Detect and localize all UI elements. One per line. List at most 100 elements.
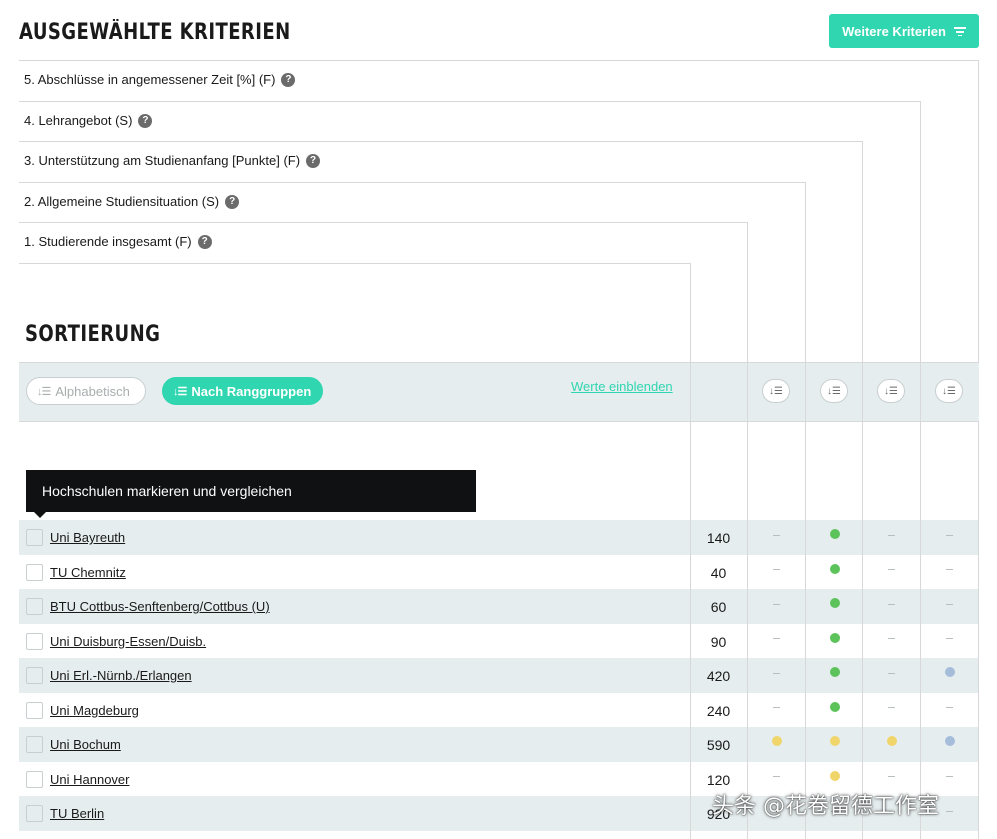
rank-group-cell <box>806 589 863 624</box>
row-checkbox[interactable] <box>26 598 43 615</box>
sort-alphabetical-label: Alphabetisch <box>55 383 130 399</box>
row-checkbox[interactable] <box>26 805 43 822</box>
help-icon[interactable]: ? <box>306 153 321 168</box>
no-data-dash <box>888 776 895 778</box>
sort-icon: ↓☰ <box>827 385 841 397</box>
rank-group-dot-blue <box>944 736 955 747</box>
row-checkbox[interactable] <box>26 701 43 719</box>
rank-group-cell <box>863 658 920 693</box>
rank-group-cell <box>806 624 863 659</box>
table-row: Uni Bochum 590 <box>19 727 979 762</box>
rank-group-cell <box>863 589 920 624</box>
table-row: Uni Duisburg-Essen/Duisb. 90 <box>19 624 979 659</box>
rank-group-cell <box>921 693 978 728</box>
criterion-4: 4. Lehrangebot (S) ? <box>24 113 153 128</box>
sort-icon: ↓☰ <box>173 385 187 398</box>
students-count: 590 <box>706 737 731 753</box>
more-criteria-label: Weitere Kriterien <box>842 23 946 39</box>
table-row: Uni Magdeburg 240 <box>19 693 979 728</box>
university-name-link[interactable]: TU Chemnitz <box>50 565 126 580</box>
show-values-link[interactable]: Werte einblenden <box>571 379 673 394</box>
rank-group-cell <box>806 520 863 555</box>
students-count: 40 <box>710 564 727 581</box>
column-sort-button-5[interactable]: ↓☰ <box>935 379 963 403</box>
students-count: 120 <box>706 771 731 788</box>
column-sort-button-2[interactable]: ↓☰ <box>762 379 790 403</box>
no-data-dash <box>888 534 895 536</box>
sort-alphabetical-button[interactable]: ↓☰ Alphabetisch <box>26 377 146 405</box>
column-sort-button-3[interactable]: ↓☰ <box>820 379 848 403</box>
university-name-link[interactable]: Uni Hannover <box>50 772 130 787</box>
criterion-4-label: 4. Lehrangebot (S) <box>24 113 133 128</box>
rank-group-cell <box>806 658 863 693</box>
criterion-3-label: 3. Unterstützung am Studienanfang [Punkt… <box>24 153 301 168</box>
university-name-link[interactable]: Uni Bayreuth <box>50 530 125 545</box>
university-name-link[interactable]: Uni Bochum <box>50 737 121 752</box>
no-data-dash <box>888 707 895 709</box>
rank-group-dot-yellow <box>829 770 840 781</box>
no-data-dash <box>773 534 780 536</box>
criterion-5: 5. Abschlüsse in angemessener Zeit [%] (… <box>24 72 296 87</box>
row-checkbox[interactable] <box>26 529 43 546</box>
column-divider <box>862 421 863 839</box>
rank-group-cell <box>921 624 978 659</box>
no-data-dash <box>946 776 953 778</box>
rank-group-cell <box>921 727 978 762</box>
rank-group-dot-green <box>829 598 840 609</box>
university-name-link[interactable]: Uni Erl.-Nürnb./Erlangen <box>50 668 192 683</box>
criterion-5-label: 5. Abschlüsse in angemessener Zeit [%] (… <box>24 72 276 87</box>
row-checkbox[interactable] <box>26 632 43 650</box>
university-name-link[interactable]: BTU Cottbus-Senftenberg/Cottbus (U) <box>50 599 270 614</box>
sort-by-rank-groups-label: Nach Ranggruppen <box>191 383 312 399</box>
no-data-dash <box>773 638 780 640</box>
column-divider <box>920 421 921 839</box>
no-data-dash <box>888 638 895 640</box>
no-data-dash <box>773 603 780 605</box>
watermark: 头条 @花卷留德工作室 <box>712 794 939 819</box>
column-divider <box>978 421 979 839</box>
university-name-link[interactable]: Uni Duisburg-Essen/Duisb. <box>50 634 206 649</box>
rank-group-dot-yellow <box>886 736 897 747</box>
university-name-link[interactable]: Uni Magdeburg <box>50 703 139 718</box>
students-count: 240 <box>706 702 731 719</box>
column-sort-button-4[interactable]: ↓☰ <box>877 379 905 403</box>
row-checkbox[interactable] <box>26 770 43 788</box>
help-icon[interactable]: ? <box>138 113 153 128</box>
rank-group-dot-yellow <box>771 736 782 747</box>
rank-group-cell <box>748 727 805 762</box>
no-data-dash <box>888 569 895 571</box>
more-criteria-button[interactable]: Weitere Kriterien <box>829 14 979 48</box>
rank-group-cell <box>748 693 805 728</box>
students-count: 90 <box>710 633 727 650</box>
column-divider <box>805 421 806 839</box>
criterion-1-label: 1. Studierende insgesamt (F) <box>24 234 192 249</box>
no-data-dash <box>888 603 895 605</box>
column-divider <box>747 421 748 839</box>
university-name-link[interactable]: TU Berlin <box>50 806 104 821</box>
rank-group-dot-yellow <box>829 736 840 747</box>
no-data-dash <box>773 776 780 778</box>
rank-group-dot-green <box>829 529 840 540</box>
sorting-title: SORTIERUNG <box>25 322 161 347</box>
rank-group-cell <box>806 555 863 590</box>
sort-by-rank-groups-button[interactable]: ↓☰ Nach Ranggruppen <box>162 377 323 405</box>
criterion-2-label: 2. Allgemeine Studiensituation (S) <box>24 194 220 209</box>
rank-group-cell <box>863 727 920 762</box>
help-icon[interactable]: ? <box>225 194 240 209</box>
help-icon[interactable]: ? <box>197 234 212 249</box>
no-data-dash <box>946 638 953 640</box>
rank-group-cell <box>748 624 805 659</box>
no-data-dash <box>946 569 953 571</box>
sort-icon: ↓☰ <box>769 385 783 397</box>
row-checkbox[interactable] <box>26 667 43 684</box>
help-icon[interactable]: ? <box>281 72 296 87</box>
no-data-dash <box>946 707 953 709</box>
no-data-dash <box>946 534 953 536</box>
table-row: BTU Cottbus-Senftenberg/Cottbus (U) 60 <box>19 589 979 624</box>
rank-group-cell <box>748 520 805 555</box>
table-row: Uni Erl.-Nürnb./Erlangen 420 <box>19 658 979 693</box>
row-checkbox[interactable] <box>26 736 43 753</box>
rank-group-cell <box>921 658 978 693</box>
rank-group-cell <box>921 520 978 555</box>
row-checkbox[interactable] <box>26 563 43 581</box>
